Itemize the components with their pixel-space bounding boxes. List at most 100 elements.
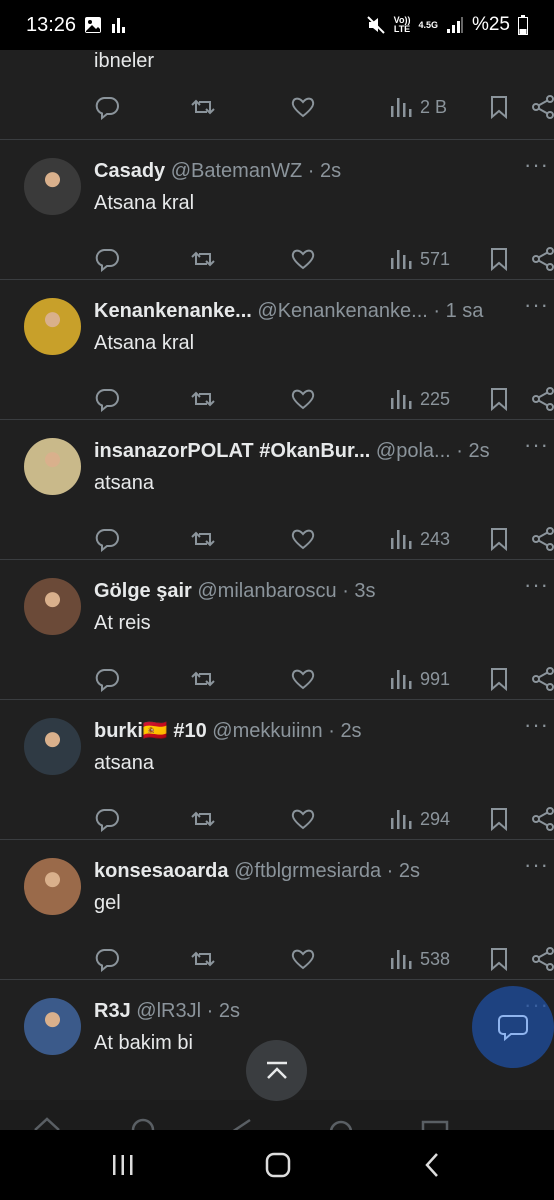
share-button[interactable] <box>530 806 554 832</box>
scroll-top-button[interactable] <box>246 1040 307 1101</box>
mute-icon <box>366 16 385 34</box>
bookmark-button[interactable] <box>486 94 512 120</box>
more-options-icon[interactable]: ··· <box>524 854 554 884</box>
author-handle[interactable]: @BatemanWZ <box>171 160 302 182</box>
avatar[interactable] <box>24 158 81 215</box>
back-button[interactable] <box>420 1150 446 1180</box>
retweet-button[interactable] <box>190 386 216 412</box>
author-handle[interactable]: @pola... <box>376 440 451 462</box>
home-icon[interactable] <box>32 1116 62 1130</box>
communities-icon[interactable] <box>228 1116 258 1130</box>
reply-button[interactable] <box>94 946 120 972</box>
reply-button[interactable] <box>94 526 120 552</box>
bookmark-icon <box>486 946 512 972</box>
like-button[interactable] <box>290 666 316 692</box>
like-button[interactable] <box>290 246 316 272</box>
bookmark-button[interactable] <box>486 386 512 412</box>
reply-button[interactable] <box>94 386 120 412</box>
avatar[interactable] <box>24 298 81 355</box>
author-name[interactable]: Kenankenanke... <box>94 300 252 322</box>
bookmark-button[interactable] <box>486 246 512 272</box>
author-handle[interactable]: @Kenankenanke... <box>257 300 427 322</box>
author-name[interactable]: Casady <box>94 160 165 182</box>
reply-icon <box>94 946 120 972</box>
tweet-time[interactable]: 2s <box>399 860 420 882</box>
tweet-time[interactable]: 2s <box>219 1000 240 1022</box>
home-button[interactable] <box>263 1150 293 1180</box>
avatar[interactable] <box>24 998 81 1055</box>
views-icon <box>388 526 414 552</box>
author-name[interactable]: Gölge şair <box>94 580 192 602</box>
author-handle[interactable]: @lR3Jl <box>136 1000 201 1022</box>
avatar[interactable] <box>24 858 81 915</box>
retweet-button[interactable] <box>190 806 216 832</box>
tweet[interactable]: Casady @BatemanWZ · 2s ··· Atsana kral 571 <box>0 140 554 280</box>
bookmark-button[interactable] <box>486 526 512 552</box>
tweet[interactable]: konsesaoarda @ftblgrmesiarda · 2s ··· gel 5… <box>0 840 554 980</box>
views-button[interactable]: 2 B <box>388 94 447 120</box>
retweet-button[interactable] <box>190 94 216 120</box>
reply-button[interactable] <box>94 246 120 272</box>
views-button[interactable]: 538 <box>388 946 450 972</box>
bookmark-button[interactable] <box>486 666 512 692</box>
separator-dot: · <box>307 160 315 182</box>
messages-icon[interactable] <box>420 1116 450 1130</box>
author-handle[interactable]: @milanbaroscu <box>197 580 336 602</box>
tweet[interactable]: Gölge şair @milanbaroscu · 3s ··· At reis 9… <box>0 560 554 700</box>
tweet-time[interactable]: 2s <box>320 160 341 182</box>
avatar[interactable] <box>24 438 81 495</box>
views-count: 2 B <box>420 96 448 117</box>
views-button[interactable]: 225 <box>388 386 450 412</box>
more-options-icon[interactable]: ··· <box>524 574 554 604</box>
share-button[interactable] <box>530 94 554 120</box>
author-name[interactable]: burki🇪🇸 #10 <box>94 720 207 742</box>
share-button[interactable] <box>530 386 554 412</box>
reply-button[interactable] <box>94 666 120 692</box>
like-button[interactable] <box>290 946 316 972</box>
tweet[interactable]: Kenankenanke... @Kenankenanke... · 1 sa ·… <box>0 280 554 420</box>
share-button[interactable] <box>530 946 554 972</box>
share-button[interactable] <box>530 526 554 552</box>
more-options-icon[interactable]: ··· <box>524 154 554 184</box>
views-button[interactable]: 991 <box>388 666 450 692</box>
retweet-button[interactable] <box>190 246 216 272</box>
views-button[interactable]: 294 <box>388 806 450 832</box>
signal-icon <box>446 17 463 33</box>
search-icon[interactable] <box>128 1116 158 1130</box>
author-name[interactable]: R3J <box>94 1000 131 1022</box>
views-button[interactable]: 571 <box>388 246 450 272</box>
share-button[interactable] <box>530 666 554 692</box>
author-handle[interactable]: @mekkuiinn <box>212 720 322 742</box>
retweet-button[interactable] <box>190 946 216 972</box>
more-options-icon[interactable]: ··· <box>524 714 554 744</box>
like-button[interactable] <box>290 386 316 412</box>
notifications-icon[interactable] <box>326 1116 356 1130</box>
more-options-icon[interactable]: ··· <box>524 434 554 464</box>
tweet[interactable]: burki🇪🇸 #10 @mekkuiinn · 2s ··· atsana 294 <box>0 700 554 840</box>
retweet-button[interactable] <box>190 666 216 692</box>
like-button[interactable] <box>290 94 316 120</box>
like-icon <box>290 666 316 692</box>
views-button[interactable]: 243 <box>388 526 450 552</box>
recents-button[interactable] <box>110 1150 136 1180</box>
bookmark-button[interactable] <box>486 946 512 972</box>
author-handle[interactable]: @ftblgrmesiarda <box>234 860 381 882</box>
share-button[interactable] <box>530 246 554 272</box>
tweet-time[interactable]: 2s <box>469 440 490 462</box>
like-button[interactable] <box>290 526 316 552</box>
tweet-time[interactable]: 2s <box>340 720 361 742</box>
tweet[interactable]: insanazorPOLAT #OkanBur... @pola... · 2s… <box>0 420 554 560</box>
author-name[interactable]: konsesaoarda <box>94 860 229 882</box>
retweet-button[interactable] <box>190 526 216 552</box>
bookmark-button[interactable] <box>486 806 512 832</box>
reply-button[interactable] <box>94 806 120 832</box>
avatar[interactable] <box>24 578 81 635</box>
messages-fab[interactable] <box>472 986 554 1068</box>
more-options-icon[interactable]: ··· <box>524 294 554 324</box>
tweet-time[interactable]: 3s <box>354 580 375 602</box>
tweet-time[interactable]: 1 sa <box>446 300 484 322</box>
author-name[interactable]: insanazorPOLAT #OkanBur... <box>94 440 370 462</box>
reply-button[interactable] <box>94 94 120 120</box>
avatar[interactable] <box>24 718 81 775</box>
like-button[interactable] <box>290 806 316 832</box>
